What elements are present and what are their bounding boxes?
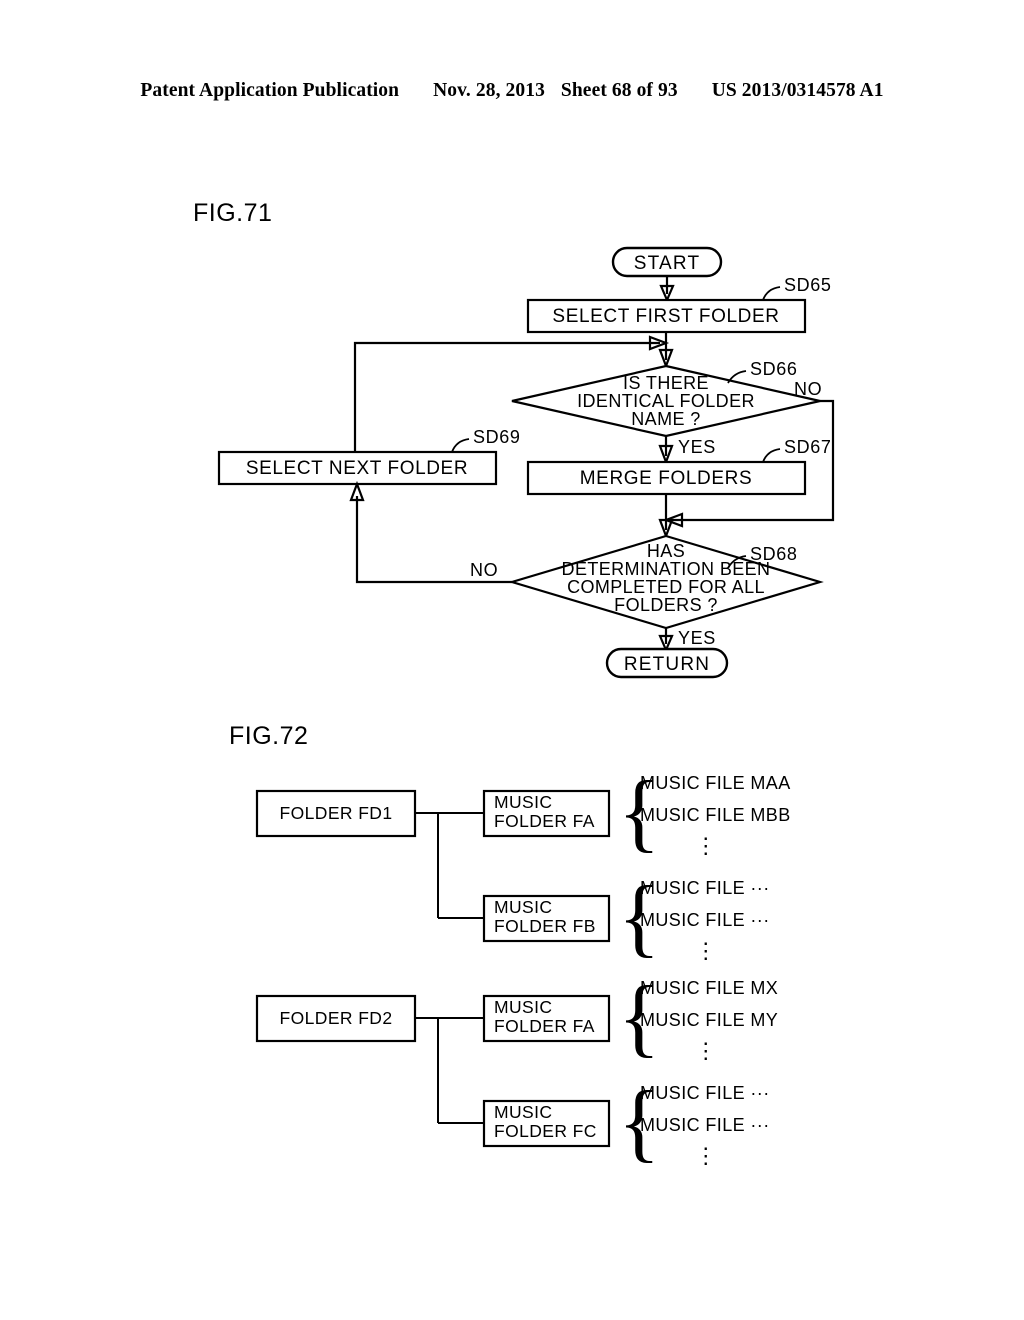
tree-music-folder-fd1-fa-line1: MUSIC: [494, 792, 552, 812]
tree-file-ellipsis-fd1-fa: ⋮: [695, 833, 717, 858]
header-patent-number: US 2013/0314578 A1: [711, 80, 884, 101]
page-header: Patent Application Publication Nov. 28, 2…: [0, 80, 1024, 102]
flowchart-ref-sd68: SD68: [750, 544, 797, 564]
flowchart-label-sd68-no: NO: [470, 560, 498, 580]
tree-file-ellipsis-fd2-fa: ⋮: [695, 1038, 717, 1063]
header-sheet-number: Sheet 68 of 93: [560, 80, 678, 101]
tree-file-fd2-fa-0: MUSIC FILE MX: [640, 978, 778, 998]
tree-branch-fd2: FOLDER FD2: [255, 994, 417, 1043]
figure-71-label: FIG.71: [193, 199, 273, 227]
tree-file-fd2-fa-1: MUSIC FILE MY: [640, 1010, 778, 1030]
tree-file-group-fd2-fa: { MUSIC FILE MX MUSIC FILE MY ⋮: [618, 969, 778, 1066]
tree-music-folder-fd1-fa-line2: FOLDER FA: [494, 811, 595, 831]
tree-music-folder-fd2-fc-line2: FOLDER FC: [494, 1121, 597, 1141]
tree-file-group-fd1-fb: { MUSIC FILE ··· MUSIC FILE ··· ⋮: [618, 869, 770, 966]
flowchart-label-sd66-no: NO: [794, 379, 822, 399]
flowchart-ref-sd65: SD65: [784, 275, 831, 295]
tree-branch-fd1: FOLDER FD1: [255, 789, 417, 838]
flowchart-node-sd66-line1: IS THERE: [623, 373, 709, 393]
tree-file-fd1-fa-1: MUSIC FILE MBB: [640, 805, 791, 825]
tree-file-group-fd2-fc: { MUSIC FILE ··· MUSIC FILE ··· ⋮: [618, 1074, 770, 1171]
flowchart-node-sd68-line4: FOLDERS ?: [614, 595, 718, 615]
tree-file-fd2-fc-1: MUSIC FILE ···: [640, 1115, 770, 1135]
flowchart-ref-sd66: SD66: [750, 359, 797, 379]
tree-file-ellipsis-fd1-fb: ⋮: [695, 938, 717, 963]
leader-sd69: [451, 438, 470, 453]
flowchart-node-sd67: MERGE FOLDERS: [526, 460, 807, 496]
figure-72-label: FIG.72: [229, 722, 309, 750]
flowchart-ref-sd67: SD67: [784, 437, 831, 457]
flowchart-node-sd69-label: SELECT NEXT FOLDER: [246, 458, 468, 479]
flowchart-node-sd67-label: MERGE FOLDERS: [580, 468, 753, 489]
tree-file-fd1-fa-0: MUSIC FILE MAA: [640, 773, 791, 793]
header-date: Nov. 28, 2013: [433, 80, 545, 101]
tree-music-folder-fd1-fb-line2: FOLDER FB: [494, 916, 596, 936]
tree-file-group-fd1-fa: { MUSIC FILE MAA MUSIC FILE MBB ⋮: [618, 764, 791, 861]
flowchart-label-sd66-yes: YES: [678, 437, 716, 457]
flowchart-ref-sd69: SD69: [473, 427, 520, 447]
tree-music-folder-fd2-fa-line2: FOLDER FA: [494, 1016, 595, 1036]
tree-music-folder-fd1-fa: MUSIC FOLDER FA: [482, 789, 611, 838]
flowchart-node-sd66-line2: IDENTICAL FOLDER: [577, 391, 755, 411]
tree-music-folder-fd2-fc: MUSIC FOLDER FC: [482, 1099, 611, 1148]
tree-file-ellipsis-fd2-fc: ⋮: [695, 1143, 717, 1168]
flowchart-node-sd68-line2: DETERMINATION BEEN: [562, 559, 771, 579]
tree-folder-label-fd1: FOLDER FD1: [280, 803, 393, 823]
tree-music-folder-fd1-fb: MUSIC FOLDER FB: [482, 894, 611, 943]
tree-music-folder-fd2-fa-line1: MUSIC: [494, 997, 552, 1017]
flowchart-node-start-label: START: [634, 253, 701, 274]
tree-music-folder-fd2-fc-line1: MUSIC: [494, 1102, 552, 1122]
figure-72-tree: FOLDER FD1 MUSIC FOLDER FA { MUSIC FILE …: [255, 764, 791, 1171]
flowchart-node-sd68-line1: HAS: [647, 541, 685, 561]
flowchart-node-sd65-label: SELECT FIRST FOLDER: [552, 306, 779, 327]
leader-sd67: [762, 448, 781, 463]
figure-71-flowchart: START SELECT FIRST FOLDER SD65 IS THERE …: [217, 246, 835, 679]
flowchart-node-return-label: RETURN: [624, 654, 710, 675]
tree-file-fd2-fc-0: MUSIC FILE ···: [640, 1083, 770, 1103]
flowchart-node-sd66-line3: NAME ?: [631, 409, 700, 429]
flowchart-label-sd68-yes: YES: [678, 628, 716, 648]
tree-folder-label-fd2: FOLDER FD2: [280, 1008, 393, 1028]
flowchart-node-sd69: SELECT NEXT FOLDER: [217, 450, 498, 486]
header-publication-title: Patent Application Publication: [140, 80, 400, 101]
flowchart-node-return: RETURN: [605, 647, 729, 679]
tree-music-folder-fd1-fb-line1: MUSIC: [494, 897, 552, 917]
flowchart-node-start: START: [611, 246, 723, 278]
flowchart-node-sd68-line3: COMPLETED FOR ALL: [567, 577, 765, 597]
leader-sd65: [762, 286, 781, 301]
tree-music-folder-fd2-fa: MUSIC FOLDER FA: [482, 994, 611, 1043]
flowchart-node-sd65: SELECT FIRST FOLDER: [526, 298, 807, 334]
tree-file-fd1-fb-1: MUSIC FILE ···: [640, 910, 770, 930]
tree-file-fd1-fb-0: MUSIC FILE ···: [640, 878, 770, 898]
